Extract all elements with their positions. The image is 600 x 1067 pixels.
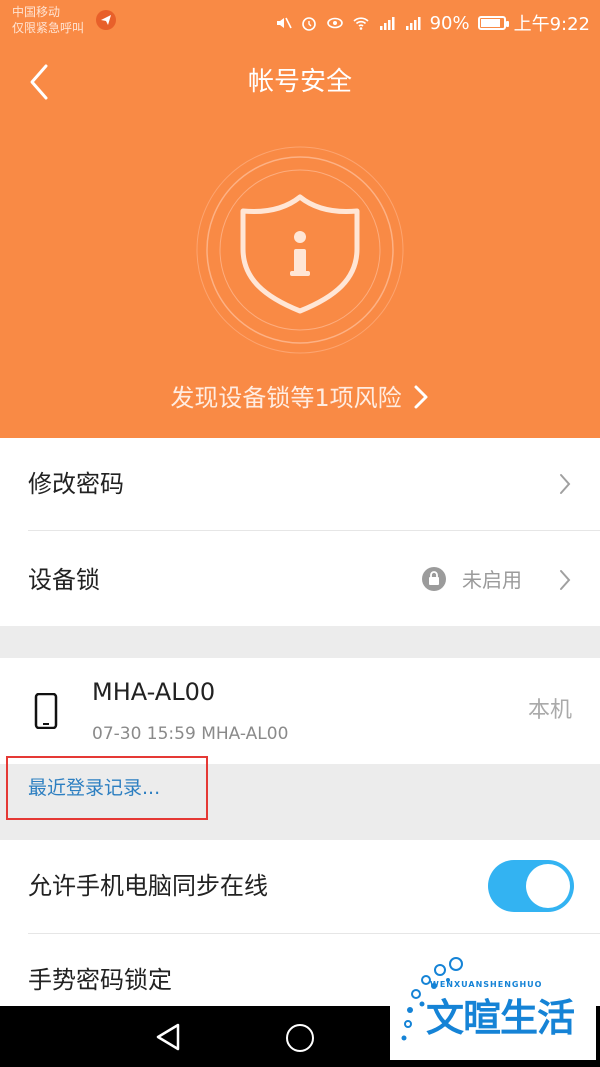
device-lock-status: 未启用 <box>462 568 522 592</box>
risk-warning[interactable]: 发现设备锁等1项风险 <box>0 378 600 418</box>
device-name: MHA-AL00 <box>92 678 216 706</box>
security-settings-card: 修改密码 设备锁 未启用 <box>0 438 600 626</box>
nav-back-icon[interactable] <box>154 1022 182 1052</box>
recent-login-highlight: 最近登录记录... <box>6 756 208 820</box>
page-title: 帐号安全 <box>247 67 352 97</box>
change-password-row[interactable]: 修改密码 <box>0 438 600 530</box>
watermark-big-text: 文暄生活 <box>426 996 575 1040</box>
carrier-status: 仅限紧急呼叫 <box>12 21 85 35</box>
signal-icon <box>379 17 395 30</box>
device-lock-label: 设备锁 <box>28 566 100 594</box>
watermark-logo: WENXUANSHENGHUO 文暄生活 <box>390 946 596 1060</box>
this-device-tag: 本机 <box>527 698 572 723</box>
carrier-name: 中国移动 <box>12 5 61 19</box>
wifi-icon <box>353 17 369 30</box>
chevron-right-icon <box>560 570 571 590</box>
status-bar: 中国移动 仅限紧急呼叫 90% 上午9:22 <box>0 0 600 44</box>
device-card[interactable] <box>0 658 600 764</box>
phone-icon <box>34 693 58 729</box>
risk-text: 发现设备锁等1项风险 <box>170 384 402 412</box>
device-lock-row[interactable]: 设备锁 未启用 <box>0 534 600 626</box>
sync-online-toggle[interactable] <box>488 860 574 912</box>
watermark-small-text: WENXUANSHENGHUO <box>430 980 543 989</box>
divider <box>28 530 600 531</box>
carrier-info: 中国移动 仅限紧急呼叫 <box>12 4 84 36</box>
battery-icon <box>477 16 509 30</box>
device-last-login: 07-30 15:59 MHA-AL00 <box>92 724 289 744</box>
nav-home-icon[interactable] <box>286 1024 314 1052</box>
recent-login-link[interactable]: 最近登录记录... <box>28 774 160 802</box>
chevron-right-icon <box>414 385 428 409</box>
change-password-label: 修改密码 <box>28 470 124 498</box>
battery-percent: 90% <box>429 12 470 34</box>
eye-icon <box>326 17 343 29</box>
header: 中国移动 仅限紧急呼叫 90% 上午9:22 帐号安全 发现设备锁等1项风险 <box>0 0 600 438</box>
chevron-right-icon <box>560 474 571 494</box>
shield-info-icon <box>196 146 404 354</box>
alarm-icon <box>301 17 316 31</box>
mute-icon <box>276 17 292 29</box>
paper-plane-icon <box>96 10 116 30</box>
lock-icon <box>422 567 446 591</box>
sync-online-label: 允许手机电脑同步在线 <box>28 872 268 900</box>
clock: 上午9:22 <box>513 14 590 35</box>
toggle-knob <box>526 864 570 908</box>
signal-icon-2 <box>405 17 421 30</box>
status-icons: 90% 上午9:22 <box>274 10 590 36</box>
